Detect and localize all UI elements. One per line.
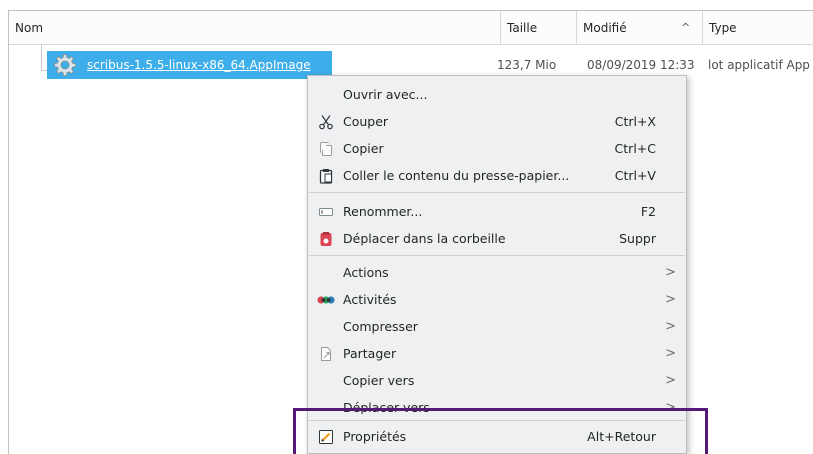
shortcut-label: Ctrl+X — [614, 114, 656, 129]
menu-item-copy-to[interactable]: Copier vers > — [308, 367, 686, 394]
menu-item-open-with[interactable]: Ouvrir avec... — [308, 81, 686, 108]
menu-item-label: Actions — [343, 265, 389, 280]
column-header: Nom Taille Modifié ^ Type — [9, 11, 813, 45]
submenu-arrow-icon: > — [665, 265, 676, 280]
submenu-arrow-icon: > — [665, 400, 676, 414]
menu-item-label: Renommer... — [343, 204, 423, 219]
menu-separator — [309, 255, 685, 256]
menu-item-label: Compresser — [343, 319, 418, 334]
menu-item-label: Ouvrir avec... — [343, 87, 428, 102]
menu-item-properties[interactable]: Propriétés Alt+Retour — [308, 423, 686, 450]
menu-separator — [309, 420, 685, 421]
paste-icon — [317, 167, 335, 185]
scissors-icon — [317, 113, 335, 131]
tree-line-vertical — [41, 45, 42, 71]
column-name-header[interactable]: Nom — [9, 11, 500, 45]
column-type-label: Type — [709, 21, 737, 35]
menu-item-activities[interactable]: Activités > — [308, 286, 686, 313]
file-type: lot applicatif App — [708, 58, 810, 72]
menu-item-paste[interactable]: Coller le contenu du presse-papier... Ct… — [308, 162, 686, 189]
menu-item-move-to-trash[interactable]: Déplacer dans la corbeille Suppr — [308, 225, 686, 252]
share-icon — [317, 345, 335, 363]
column-modified-label: Modifié — [583, 21, 627, 35]
shortcut-label: Ctrl+C — [614, 141, 656, 156]
properties-icon — [317, 428, 335, 446]
menu-item-rename[interactable]: Renommer... F2 — [308, 198, 686, 225]
menu-item-move-to[interactable]: Déplacer vers > — [308, 394, 686, 414]
menu-item-label: Activités — [343, 292, 397, 307]
menu-item-copy[interactable]: Copier Ctrl+C — [308, 135, 686, 162]
column-type-header[interactable]: Type — [702, 11, 813, 45]
column-size-label: Taille — [507, 21, 538, 35]
menu-item-label: Propriétés — [343, 429, 407, 444]
gear-icon — [53, 53, 77, 77]
submenu-arrow-icon: > — [665, 292, 676, 307]
activities-icon — [317, 291, 335, 309]
column-name-label: Nom — [15, 21, 44, 35]
menu-separator — [309, 192, 685, 193]
column-size-header[interactable]: Taille — [500, 11, 576, 45]
file-name[interactable]: scribus-1.5.5-linux-x86_64.AppImage — [87, 51, 311, 79]
menu-item-label: Couper — [343, 114, 389, 129]
menu-item-label: Déplacer vers — [343, 400, 430, 414]
menu-item-label: Coller le contenu du presse-papier... — [343, 168, 570, 183]
file-row-selected[interactable]: scribus-1.5.5-linux-x86_64.AppImage — [47, 51, 332, 79]
sort-ascending-icon: ^ — [681, 21, 691, 34]
submenu-arrow-icon: > — [665, 346, 676, 361]
menu-item-actions[interactable]: Actions > — [308, 259, 686, 286]
menu-item-compress[interactable]: Compresser > — [308, 313, 686, 340]
submenu-arrow-icon: > — [665, 319, 676, 334]
trash-icon — [317, 230, 335, 248]
shortcut-label: F2 — [640, 204, 656, 219]
menu-item-share[interactable]: Partager > — [308, 340, 686, 367]
menu-item-label: Copier — [343, 141, 384, 156]
menu-item-label: Déplacer dans la corbeille — [343, 231, 506, 246]
submenu-arrow-icon: > — [665, 373, 676, 388]
copy-icon — [317, 140, 335, 158]
menu-item-label: Partager — [343, 346, 397, 361]
rename-icon — [317, 203, 335, 221]
menu-item-label: Copier vers — [343, 373, 415, 388]
shortcut-label: Ctrl+V — [614, 168, 656, 183]
shortcut-label: Suppr — [619, 231, 656, 246]
context-menu: Ouvrir avec... Couper Ctrl+X Copier Ctrl… — [307, 75, 687, 454]
menu-item-cut[interactable]: Couper Ctrl+X — [308, 108, 686, 135]
shortcut-label: Alt+Retour — [587, 429, 656, 444]
